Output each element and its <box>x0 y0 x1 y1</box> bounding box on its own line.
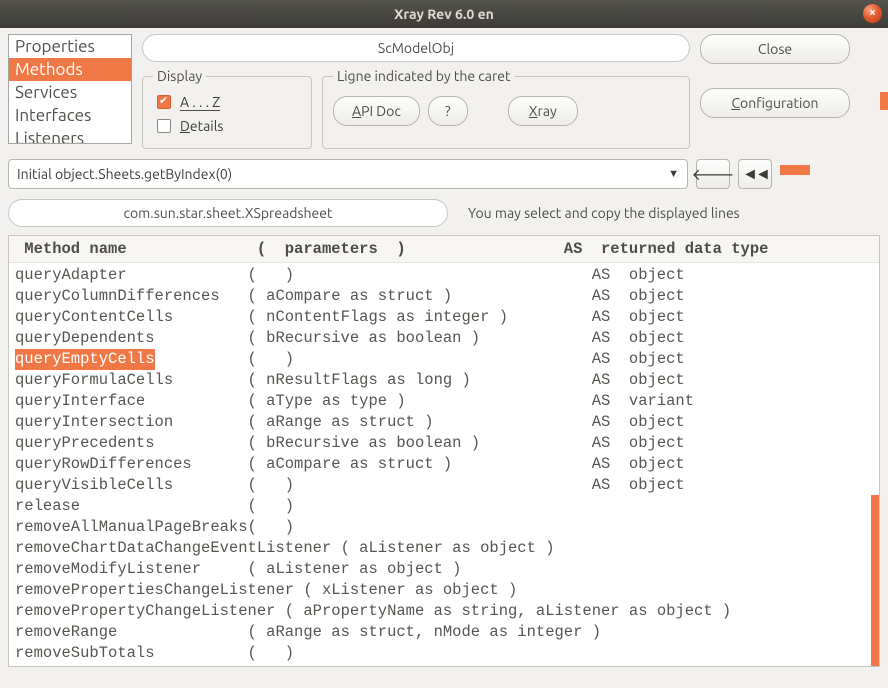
table-row[interactable]: queryDependents ( bRecursive as boolean … <box>9 328 879 349</box>
methods-table[interactable]: Method name ( parameters ) AS returned d… <box>8 235 880 667</box>
indicator-strip-1 <box>880 92 888 110</box>
table-row[interactable]: removeRange ( aRange as struct, nMode as… <box>9 622 879 643</box>
table-row[interactable]: queryContentCells ( nContentFlags as int… <box>9 307 879 328</box>
table-row[interactable]: queryFormulaCells ( nResultFlags as long… <box>9 370 879 391</box>
table-row[interactable]: removeModifyListener ( aListener as obje… <box>9 559 879 580</box>
rewind-button[interactable]: ◄◄ <box>738 159 772 189</box>
nav-listbox[interactable]: PropertiesMethodsServicesInterfacesListe… <box>8 34 132 144</box>
window-title: Xray Rev 6.0 en <box>394 6 494 22</box>
nav-item-interfaces[interactable]: Interfaces <box>9 104 131 127</box>
table-row[interactable]: queryAdapter ( ) AS object <box>9 265 879 286</box>
nav-item-methods[interactable]: Methods <box>9 58 131 81</box>
nav-item-listeners[interactable]: Listeners <box>9 127 131 144</box>
table-row[interactable]: removeChartDataChangeEventListener ( aLi… <box>9 538 879 559</box>
scrollbar-thumb[interactable] <box>871 495 879 667</box>
table-header: Method name ( parameters ) AS returned d… <box>9 236 879 263</box>
help-button[interactable]: ? <box>428 96 468 126</box>
titlebar: Xray Rev 6.0 en × <box>0 0 888 28</box>
hint-text: You may select and copy the displayed li… <box>468 205 740 221</box>
table-row[interactable]: queryPrecedents ( bRecursive as boolean … <box>9 433 879 454</box>
interface-field[interactable]: com.sun.star.sheet.XSpreadsheet <box>8 199 448 227</box>
table-row[interactable]: release ( ) <box>9 496 879 517</box>
back-button[interactable]: 🡐 <box>696 159 730 189</box>
table-row[interactable]: removeSubTotals ( ) <box>9 643 879 664</box>
nav-item-properties[interactable]: Properties <box>9 35 131 58</box>
configuration-button[interactable]: Configuration <box>700 88 850 118</box>
display-group: Display A . . . Z Details <box>142 68 312 149</box>
details-checkbox[interactable] <box>157 119 171 133</box>
az-checkbox[interactable] <box>157 95 171 109</box>
table-row[interactable]: queryRowDifferences ( aCompare as struct… <box>9 454 879 475</box>
table-row[interactable]: queryIntersection ( aRange as struct ) A… <box>9 412 879 433</box>
xray-button[interactable]: Xray <box>508 96 578 126</box>
details-checkbox-row[interactable]: Details <box>153 114 301 138</box>
object-name-field[interactable]: ScModelObj <box>142 34 690 62</box>
indicator-strip-2 <box>780 165 810 175</box>
path-combobox[interactable]: Initial object.Sheets.getByIndex(0) ▼ <box>8 159 688 189</box>
close-button[interactable]: Close <box>700 34 850 64</box>
table-row[interactable]: queryInterface ( aType as type ) AS vari… <box>9 391 879 412</box>
table-row[interactable]: removeAllManualPageBreaks( ) <box>9 517 879 538</box>
table-row[interactable]: removePropertiesChangeListener ( xListen… <box>9 580 879 601</box>
chevron-down-icon: ▼ <box>668 168 679 180</box>
nav-item-services[interactable]: Services <box>9 81 131 104</box>
table-row[interactable]: removePropertyChangeListener ( aProperty… <box>9 601 879 622</box>
scrollbar[interactable] <box>871 265 879 666</box>
table-row[interactable]: queryVisibleCells ( ) AS object <box>9 475 879 496</box>
table-row[interactable]: queryEmptyCells ( ) AS object <box>9 349 879 370</box>
az-checkbox-row[interactable]: A . . . Z <box>153 90 301 114</box>
api-doc-button[interactable]: API Doc <box>333 96 420 126</box>
caret-group: Ligne indicated by the caret API Doc ? X… <box>322 68 690 149</box>
close-icon[interactable]: × <box>863 4 882 23</box>
table-row[interactable]: queryColumnDifferences ( aCompare as str… <box>9 286 879 307</box>
